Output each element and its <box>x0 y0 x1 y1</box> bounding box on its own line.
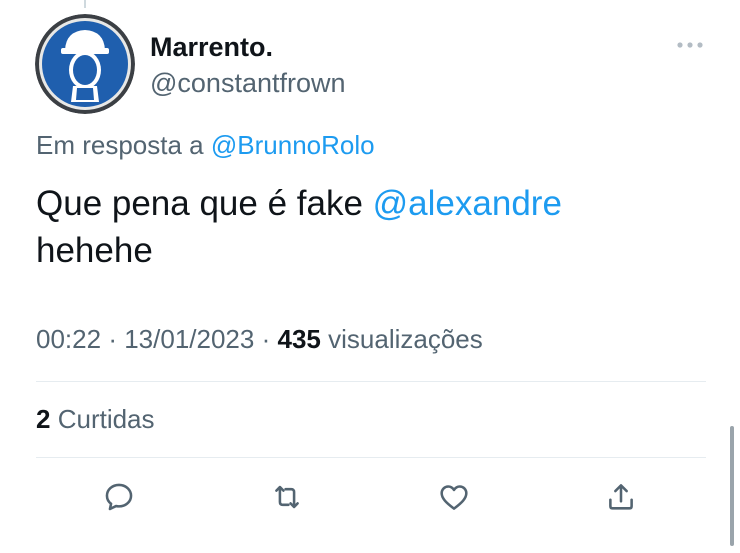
tweet-time[interactable]: 00:22 <box>36 324 101 354</box>
tweet-text: Que pena que é fake @alexandre hehehe <box>36 180 676 274</box>
likes-summary[interactable]: 2 Curtidas <box>36 404 155 435</box>
divider <box>36 457 706 458</box>
likes-label: Curtidas <box>57 404 155 434</box>
share-button[interactable] <box>604 480 638 514</box>
avatar[interactable] <box>35 14 135 114</box>
user-handle[interactable]: @constantfrown <box>150 68 346 99</box>
hardhat-sign-avatar-image <box>35 14 135 114</box>
like-button[interactable] <box>437 480 471 514</box>
tweet-text-body: Que pena que é fake <box>36 184 373 223</box>
tweet-mention-link[interactable]: @alexandre <box>373 184 562 223</box>
tweet-text-continuation: hehehe <box>36 231 153 270</box>
display-name[interactable]: Marrento. <box>150 32 273 63</box>
scrollbar[interactable] <box>730 426 734 546</box>
tweet-metadata: 00:22 · 13/01/2023 · 435 visualizações <box>36 324 483 355</box>
reply-prefix: Em resposta a <box>36 130 204 160</box>
share-upload-icon <box>609 484 633 510</box>
thread-connector-line <box>84 0 86 8</box>
retweet-icon <box>275 485 299 509</box>
views-label: visualizações <box>328 324 483 354</box>
speech-bubble-icon <box>105 483 133 511</box>
tweet-date[interactable]: 13/01/2023 <box>124 324 254 354</box>
more-options-icon[interactable] <box>674 34 706 56</box>
views-count: 435 <box>277 324 321 354</box>
retweet-button[interactable] <box>270 480 304 514</box>
meta-separator: · <box>261 324 271 354</box>
tweet-detail-view: Marrento. @constantfrown Em resposta a @… <box>0 0 740 553</box>
likes-count: 2 <box>36 404 51 434</box>
reply-button[interactable] <box>102 480 136 514</box>
reply-context: Em resposta a @BrunnoRolo <box>36 130 375 161</box>
meta-separator: · <box>108 324 117 354</box>
heart-icon <box>440 485 468 510</box>
divider <box>36 381 706 382</box>
reply-to-mention-link[interactable]: @BrunnoRolo <box>211 130 375 160</box>
